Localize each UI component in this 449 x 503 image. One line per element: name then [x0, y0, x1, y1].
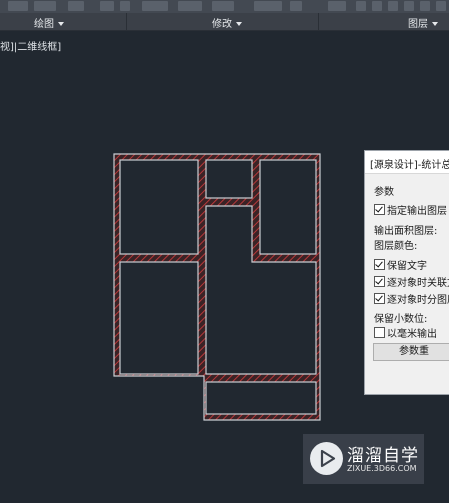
checkbox-icon[interactable]	[374, 276, 385, 287]
wall-hatch	[114, 154, 320, 420]
checkbox-icon[interactable]	[374, 327, 385, 338]
room-outline	[205, 205, 317, 375]
floor-plan-drawing[interactable]	[110, 150, 326, 424]
play-icon	[310, 442, 343, 475]
panel-modify-label: 修改	[212, 19, 232, 30]
tool-icon[interactable]	[68, 1, 84, 11]
panel-modify[interactable]: 修改	[212, 15, 242, 30]
statistics-dialog: [源泉设计]-统计总 参数 指定输出图层 输出面积图层: 图层颜色: 保留文字 …	[364, 150, 449, 395]
ribbon: 绘图 修改 图层	[0, 0, 449, 31]
room-outline	[259, 159, 317, 255]
chevron-down-icon	[236, 22, 242, 26]
tool-icon[interactable]	[120, 1, 130, 11]
tool-icon[interactable]	[356, 1, 366, 11]
tool-icon[interactable]	[178, 1, 202, 11]
checkbox-icon[interactable]	[374, 259, 385, 270]
tool-icon[interactable]	[420, 1, 430, 11]
tool-icon[interactable]	[328, 1, 346, 11]
panel-layers[interactable]: 图层	[408, 15, 438, 30]
params-section-label: 参数	[374, 187, 394, 198]
tool-icon[interactable]	[436, 1, 446, 11]
room-outline	[119, 159, 199, 255]
panel-divider	[318, 13, 319, 30]
panel-layers-label: 图层	[408, 19, 428, 30]
panel-divider	[126, 13, 127, 30]
watermark: 溜溜自学 ZIXUE.3D66.COM	[303, 434, 424, 484]
per-object-link-checkbox[interactable]: 逐对象时关联文	[374, 274, 449, 289]
mm-output-checkbox[interactable]: 以毫米输出	[374, 325, 437, 340]
tool-icon[interactable]	[142, 1, 168, 11]
panel-draw-label: 绘图	[34, 19, 54, 30]
tool-icon[interactable]	[372, 1, 382, 11]
viewport-control-label[interactable]: 视]|二维线框]	[0, 38, 61, 53]
tool-icon[interactable]	[290, 1, 302, 11]
tool-icon[interactable]	[100, 1, 114, 11]
chevron-down-icon	[432, 22, 438, 26]
checkbox-icon[interactable]	[374, 293, 385, 304]
specify-output-layer-label: 指定输出图层	[387, 206, 447, 217]
tool-icon[interactable]	[212, 1, 234, 11]
watermark-url: ZIXUE.3D66.COM	[347, 464, 417, 473]
keep-text-label: 保留文字	[387, 261, 427, 272]
tool-icon[interactable]	[254, 1, 282, 11]
per-object-link-label: 逐对象时关联文	[387, 278, 449, 289]
room-outline	[119, 261, 199, 375]
tool-icon[interactable]	[34, 1, 56, 11]
specify-output-layer-checkbox[interactable]: 指定输出图层	[374, 202, 447, 217]
mm-output-label: 以毫米输出	[387, 329, 437, 340]
tool-icon[interactable]	[404, 1, 414, 11]
params-button[interactable]: 参数重	[373, 343, 449, 361]
decimal-places-label: 保留小数位:	[374, 314, 428, 325]
dialog-title: [源泉设计]-统计总	[370, 160, 449, 171]
layer-color-label: 图层颜色:	[374, 241, 418, 252]
room-outline	[205, 381, 317, 415]
keep-text-checkbox[interactable]: 保留文字	[374, 257, 427, 272]
ribbon-tools-row	[0, 0, 449, 13]
room-outline	[205, 159, 253, 199]
output-area-layer-label: 输出面积图层:	[374, 226, 438, 237]
watermark-title: 溜溜自学	[347, 446, 419, 466]
dialog-title-bar[interactable]: [源泉设计]-统计总	[365, 151, 449, 174]
chevron-down-icon	[58, 22, 64, 26]
panel-draw[interactable]: 绘图	[34, 15, 64, 30]
checkbox-icon[interactable]	[374, 204, 385, 215]
per-object-layer-checkbox[interactable]: 逐对象时分图层	[374, 291, 449, 306]
tool-icon[interactable]	[388, 1, 398, 11]
tool-icon[interactable]	[8, 1, 28, 11]
per-object-layer-label: 逐对象时分图层	[387, 295, 449, 306]
